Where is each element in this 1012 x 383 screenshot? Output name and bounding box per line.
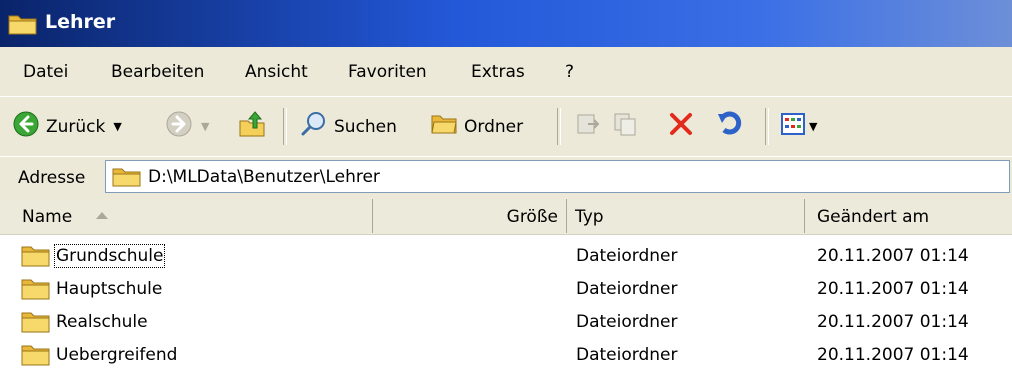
column-label: Typ [575,207,604,227]
folder-icon [8,12,38,41]
back-label: Zurück [46,116,106,137]
search-icon [300,110,328,143]
folder-icon [21,277,51,306]
folders-label: Ordner [464,116,524,137]
toolbar-separator [557,108,561,145]
address-bar: Adresse D:\MLData\Benutzer\Lehrer [0,156,1012,200]
copy-to-button[interactable] [612,97,640,156]
delete-button[interactable] [667,97,695,156]
list-header: Name Größe Typ Geändert am [0,199,1012,235]
file-list: Name Größe Typ Geändert am Grundschule D… [0,199,1012,383]
back-button[interactable]: Zurück ▼ [12,97,122,156]
item-type: Dateiordner [576,345,678,365]
menu-ansicht[interactable]: Ansicht [245,62,308,82]
title-bar[interactable]: Lehrer [0,0,1012,47]
move-to-button[interactable] [575,97,603,156]
list-item[interactable]: Uebergreifend Dateiordner 20.11.2007 01:… [0,339,1012,371]
item-modified: 20.11.2007 01:14 [817,246,969,266]
item-modified: 20.11.2007 01:14 [817,345,969,365]
folder-icon [21,244,51,273]
column-header-size[interactable]: Größe [373,199,567,233]
menu-favoriten[interactable]: Favoriten [348,62,427,82]
menu-bearbeiten[interactable]: Bearbeiten [111,62,204,82]
forward-icon [165,110,193,143]
views-icon [780,112,806,141]
forward-dropdown-icon[interactable]: ▼ [201,120,209,133]
address-label: Adresse [18,168,86,188]
list-item[interactable]: Grundschule Dateiordner 20.11.2007 01:14 [0,240,1012,272]
folder-icon [21,310,51,339]
folders-button[interactable]: Ordner [430,97,523,156]
toolbar: Zurück ▼ ▼ Suchen Ordner ▼ [0,96,1012,157]
search-button[interactable]: Suchen [300,97,397,156]
item-type: Dateiordner [576,246,678,266]
undo-button[interactable] [716,97,746,156]
delete-icon [667,110,695,143]
item-modified: 20.11.2007 01:14 [817,312,969,332]
item-type: Dateiordner [576,312,678,332]
back-dropdown-icon[interactable]: ▼ [113,120,121,133]
views-dropdown-icon[interactable]: ▼ [809,120,817,133]
column-header-modified[interactable]: Geändert am [805,199,1012,233]
undo-icon [716,110,746,143]
forward-button[interactable]: ▼ [165,97,209,156]
address-value: D:\MLData\Benutzer\Lehrer [148,167,380,187]
column-header-name[interactable]: Name [0,199,373,233]
menu-extras[interactable]: Extras [471,62,525,82]
menu-bar: Datei Bearbeiten Ansicht Favoriten Extra… [0,47,1012,97]
up-button[interactable] [238,97,268,156]
folder-icon [112,166,142,193]
explorer-window: Lehrer Datei Bearbeiten Ansicht Favorite… [0,0,1012,383]
column-label: Geändert am [817,207,930,227]
item-type: Dateiordner [576,279,678,299]
column-label: Größe [506,207,558,227]
address-input[interactable]: D:\MLData\Benutzer\Lehrer [105,160,1010,193]
toolbar-separator [765,108,769,145]
column-label: Name [22,207,73,227]
menu-datei[interactable]: Datei [23,62,68,82]
menu-help[interactable]: ? [565,62,574,82]
up-folder-icon [238,109,268,144]
item-name: Realschule [56,312,148,332]
column-header-type[interactable]: Typ [567,199,805,233]
folder-icon [21,343,51,372]
item-name: Grundschule [53,244,166,268]
toolbar-separator [283,108,287,145]
item-name: Uebergreifend [56,345,178,365]
window-title: Lehrer [45,11,116,33]
item-name: Hauptschule [56,279,163,299]
back-icon [12,110,40,143]
move-to-icon [575,111,603,142]
sort-ascending-icon [96,212,108,219]
copy-to-icon [612,111,640,142]
list-item[interactable]: Hauptschule Dateiordner 20.11.2007 01:14 [0,273,1012,305]
folders-icon [430,111,458,142]
search-label: Suchen [334,116,397,137]
item-modified: 20.11.2007 01:14 [817,279,969,299]
views-button[interactable]: ▼ [780,97,817,156]
list-item[interactable]: Realschule Dateiordner 20.11.2007 01:14 [0,306,1012,338]
